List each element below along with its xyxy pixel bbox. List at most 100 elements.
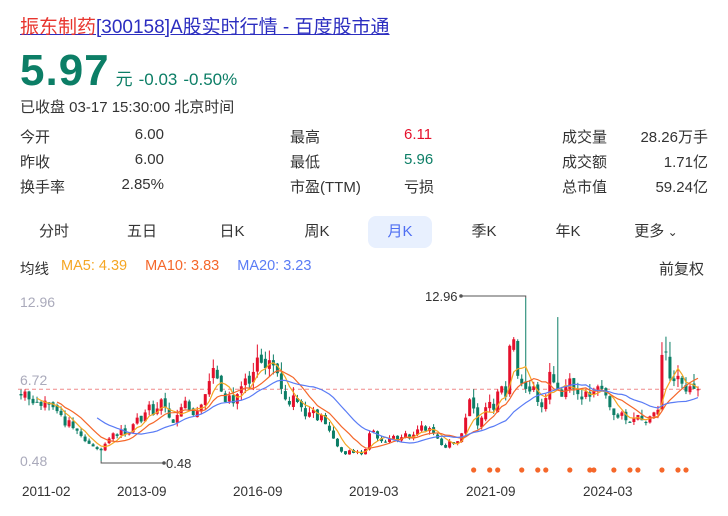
candle-down bbox=[115, 434, 119, 436]
candle-up bbox=[468, 399, 472, 417]
max-marker-line bbox=[461, 295, 527, 298]
event-marker bbox=[519, 467, 525, 473]
candle-up bbox=[584, 391, 588, 398]
candle-up bbox=[203, 394, 207, 406]
event-marker bbox=[535, 467, 541, 473]
candle-up bbox=[243, 378, 247, 386]
event-marker bbox=[659, 467, 665, 473]
candle-down bbox=[259, 354, 263, 363]
candle-up bbox=[135, 417, 139, 424]
x-tick-label: 2011-02 bbox=[22, 484, 71, 499]
candle-down bbox=[343, 451, 347, 455]
candle-down bbox=[384, 441, 388, 443]
candle-down bbox=[540, 402, 544, 408]
kline-chart[interactable]: 12.96 0.48 bbox=[0, 0, 728, 516]
candle-up bbox=[147, 404, 151, 411]
candle-down bbox=[87, 440, 91, 444]
candle-up bbox=[420, 425, 424, 431]
candle-up bbox=[496, 391, 500, 413]
candle-down bbox=[536, 384, 540, 402]
candle-down bbox=[335, 438, 339, 447]
candle-up bbox=[307, 412, 311, 417]
candle-down bbox=[215, 369, 219, 379]
candle-up bbox=[512, 339, 516, 350]
candle-down bbox=[263, 358, 267, 369]
candle-down bbox=[528, 386, 532, 392]
candle-down bbox=[552, 374, 556, 383]
x-tick-label: 2013-09 bbox=[117, 484, 167, 499]
candle-down bbox=[492, 403, 496, 410]
event-marker bbox=[487, 467, 493, 473]
ma5-line bbox=[36, 362, 699, 454]
event-marker bbox=[627, 467, 633, 473]
candle-up bbox=[488, 401, 492, 409]
candle-down bbox=[600, 385, 604, 389]
x-tick-label: 2021-09 bbox=[466, 484, 516, 499]
candle-up bbox=[464, 417, 468, 434]
candle-up bbox=[676, 375, 680, 380]
candle-up bbox=[23, 391, 27, 398]
x-tick-label: 2019-03 bbox=[349, 484, 399, 499]
candle-down bbox=[95, 447, 99, 449]
candle-up bbox=[544, 398, 548, 410]
candle-up bbox=[67, 420, 71, 427]
candle-down bbox=[612, 408, 616, 416]
event-marker bbox=[611, 467, 617, 473]
event-marker bbox=[591, 467, 597, 473]
event-marker bbox=[683, 467, 689, 473]
candle-down bbox=[75, 428, 79, 431]
candle-up bbox=[568, 378, 572, 390]
candle-up bbox=[255, 357, 259, 372]
candle-down bbox=[668, 356, 672, 379]
candle-down bbox=[424, 426, 428, 431]
candle-up bbox=[596, 386, 600, 390]
candle-up bbox=[291, 395, 295, 407]
candle-down bbox=[31, 398, 35, 404]
event-marker bbox=[543, 467, 549, 473]
x-tick-label: 2016-09 bbox=[233, 484, 283, 499]
candle-down bbox=[79, 431, 83, 436]
candle-down bbox=[39, 401, 43, 406]
candle-up bbox=[484, 407, 488, 420]
candle-up bbox=[688, 386, 692, 393]
candle-down bbox=[628, 421, 632, 423]
candle-down bbox=[472, 397, 476, 409]
candle-up bbox=[211, 368, 215, 379]
candle-down bbox=[664, 351, 668, 353]
candle-down bbox=[27, 391, 31, 400]
candle-down bbox=[287, 400, 291, 405]
candle-down bbox=[91, 444, 95, 447]
candle-down bbox=[608, 396, 612, 408]
candle-down bbox=[247, 375, 251, 384]
candle-down bbox=[187, 401, 191, 410]
candle-up bbox=[620, 412, 624, 416]
candle-down bbox=[303, 408, 307, 417]
event-marker bbox=[495, 467, 501, 473]
candle-up bbox=[500, 386, 504, 393]
candle-down bbox=[283, 391, 287, 400]
candle-down bbox=[644, 422, 648, 424]
candle-down bbox=[171, 419, 175, 423]
candle-down bbox=[315, 409, 319, 421]
candle-down bbox=[327, 425, 331, 431]
candle-down bbox=[63, 416, 67, 426]
min-marker-line bbox=[100, 461, 164, 464]
candle-up bbox=[404, 433, 408, 438]
candle-up bbox=[696, 389, 700, 391]
candle-up bbox=[652, 412, 656, 417]
x-tick-label: 2024-03 bbox=[583, 484, 633, 499]
candle-up bbox=[111, 433, 115, 440]
candle-down bbox=[71, 421, 75, 429]
candle-down bbox=[19, 393, 23, 396]
max-price-label: 12.96 bbox=[425, 289, 458, 304]
candle-down bbox=[680, 377, 684, 384]
candle-down bbox=[580, 396, 584, 400]
candle-down bbox=[59, 410, 63, 416]
candle-down bbox=[163, 398, 167, 408]
candle-down bbox=[279, 373, 283, 389]
candle-down bbox=[331, 430, 335, 439]
candle-down bbox=[516, 341, 520, 376]
max-marker-dot bbox=[459, 294, 463, 298]
event-marker bbox=[635, 467, 641, 473]
event-marker bbox=[675, 467, 681, 473]
